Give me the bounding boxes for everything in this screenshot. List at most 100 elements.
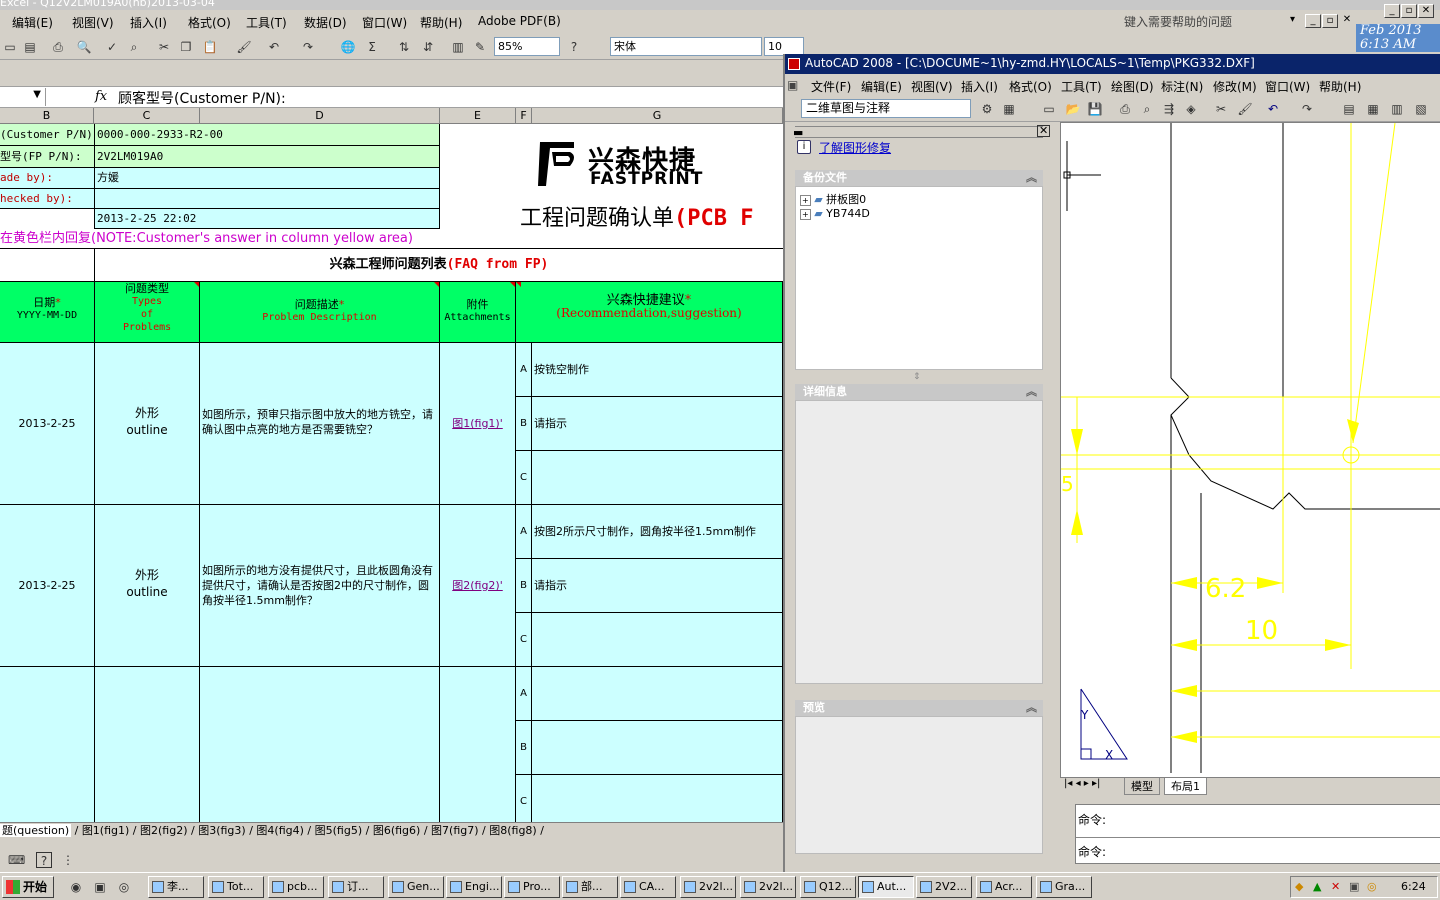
faq-title-row[interactable]: 兴森工程师问题列表(FAQ from FP) [95,249,783,282]
cad-redo-icon[interactable]: ↷ [1299,101,1315,117]
menu-help[interactable]: 帮助(H) [420,14,462,31]
drawing-canvas[interactable]: 6.2 10 5 Y X [1060,122,1440,778]
cell-checked-by-value[interactable] [95,189,440,209]
cad-menu-file[interactable]: 文件(F) [811,78,851,95]
toolbar-options-icon[interactable]: ⋮ [60,852,76,868]
q3-opt-b-key[interactable]: B [516,721,532,775]
q3-opt-a-text[interactable] [532,667,783,721]
header-date[interactable]: 日期* YYYY-MM-DD [0,282,95,343]
design-center-icon[interactable]: ▦ [1365,101,1381,117]
cad-menu-window[interactable]: 窗口(W) [1265,78,1310,95]
cell-fp-pn-value[interactable]: 2V2LM019A0 [95,146,440,168]
cad-save-icon[interactable]: 💾 [1087,101,1103,117]
q1-opt-c-key[interactable]: C [516,451,532,505]
header-recommendation[interactable]: 兴森快捷建议* (Recommendation,suggestion) [516,282,783,343]
qnew-icon[interactable]: ▭ [1041,101,1057,117]
help-button-icon[interactable]: ? [36,852,52,868]
expand-icon[interactable]: + [800,209,811,220]
sort-desc-icon[interactable]: ⇵ [420,39,436,55]
cad-open-icon[interactable]: 📂 [1065,101,1081,117]
tray-clock[interactable]: 6:24 [1401,877,1426,897]
sheet-tab-fig3[interactable]: 图3(fig3) [198,824,246,837]
header-description[interactable]: 问题描述* Problem Description [200,282,440,343]
q1-type[interactable]: 外形 outline [95,343,200,505]
tool-palettes-icon[interactable]: ▥ [1389,101,1405,117]
print-preview-icon[interactable]: 🔍 [76,39,92,55]
collapse-icon[interactable]: ︽ [1026,384,1037,400]
workspace-select[interactable]: 二维草图与注释 [801,99,971,118]
q2-date[interactable]: 2013-2-25 [0,505,95,667]
worksheet[interactable]: (Customer P/N): 0000-000-2933-R2-00 型号(F… [0,124,783,822]
cad-menu-insert[interactable]: 插入(I) [961,78,998,95]
q1-attachment-cell[interactable]: 图1(fig1)' [440,343,516,505]
task-button-active[interactable]: Aut... [858,876,914,898]
header-attachments[interactable]: 附件 Attachments [440,282,516,343]
quicklaunch-desktop-icon[interactable]: ▣ [92,879,108,895]
workspace-settings-icon[interactable]: ⚙ [979,101,995,117]
q3-attachment-cell[interactable] [440,667,516,822]
q3-type[interactable] [95,667,200,822]
format-painter-icon[interactable]: 🖌 [236,39,252,55]
menu-view[interactable]: 视图(V) [72,14,114,31]
chart-wizard-icon[interactable]: ▥ [450,39,466,55]
undo-icon[interactable]: ↶ [266,39,282,55]
q3-opt-b-text[interactable] [532,721,783,775]
cad-cut-icon[interactable]: ✂ [1213,101,1229,117]
col-header-g[interactable]: G [532,108,783,124]
q2-opt-a-text[interactable]: 按图2所示尺寸制作，圆角按半径1.5mm制作 [532,505,783,559]
task-button[interactable]: Acr... [976,876,1032,898]
cell-customer-pn-label[interactable]: (Customer P/N): [0,124,95,146]
command-input[interactable]: 命令: [1078,843,1106,860]
q2-opt-b-key[interactable]: B [516,559,532,613]
restore-icon[interactable]: ▫ [1322,14,1338,28]
cell-customer-pn-value[interactable]: 0000-000-2933-R2-00 [95,124,440,146]
q1-date[interactable]: 2013-2-25 [0,343,95,505]
q3-opt-c-text[interactable] [532,775,783,822]
quicklaunch-app-icon[interactable]: ◎ [116,879,132,895]
task-button[interactable]: 2v2l... [680,876,736,898]
cell-checked-by-label[interactable]: hecked by): [0,189,95,209]
task-button[interactable]: pcb... [268,876,324,898]
plot-preview-icon[interactable]: ⌕ [1139,101,1155,117]
sheet-tab-fig4[interactable]: 图4(fig4) [256,824,304,837]
q2-description[interactable]: 如图所示的地方没有提供尺寸，且此板圆角没有提供尺寸，请确认是否按图2中的尺寸制作… [200,505,440,667]
menu-window[interactable]: 窗口(W) [362,14,407,31]
start-button[interactable]: 开始 [2,876,54,898]
cad-undo-icon[interactable]: ↶ [1265,101,1281,117]
q2-attachment-link[interactable]: 图2(fig2)' [452,579,503,592]
namebox-dropdown-icon[interactable]: ▼ [33,89,41,100]
tray-icon[interactable]: ✕ [1331,877,1340,897]
task-button[interactable]: Engi... [446,876,502,898]
task-button[interactable]: Q12... [800,876,856,898]
tray-icon[interactable]: ◆ [1295,877,1303,897]
close-icon[interactable]: ✕ [1339,14,1355,28]
q2-opt-b-text[interactable]: 请指示 [532,559,783,613]
publish-icon[interactable]: ⇶ [1161,101,1177,117]
collapse-icon[interactable]: ︽ [1026,700,1037,716]
q2-type[interactable]: 外形 outline [95,505,200,667]
sheet-tab-fig2[interactable]: 图2(fig2) [140,824,188,837]
tree-item[interactable]: + ▰ 拼板图0 [800,191,866,207]
tray-icon[interactable]: ◎ [1367,877,1377,897]
formula-input[interactable]: 顾客型号(Customer P/N): [118,88,286,108]
q1-attachment-link[interactable]: 图1(fig1)' [452,417,503,430]
expand-icon[interactable]: + [800,195,811,206]
sheet-tab-fig7[interactable]: 图7(fig7) [431,824,479,837]
cell-made-by-value[interactable]: 方媛 [95,168,440,189]
task-button[interactable]: Tot... [208,876,264,898]
menu-adobe-pdf[interactable]: Adobe PDF(B) [478,14,561,28]
q1-opt-a-key[interactable]: A [516,343,532,397]
plot-icon[interactable]: ⎙ [1117,101,1133,117]
cad-menu-dimension[interactable]: 标注(N) [1161,78,1203,95]
task-button[interactable]: 2V2... [916,876,972,898]
quicklaunch-ie-icon[interactable]: ◉ [68,879,84,895]
task-button[interactable]: Pro... [504,876,560,898]
q2-attachment-cell[interactable]: 图2(fig2)' [440,505,516,667]
q3-date[interactable] [0,667,95,822]
sheet-set-icon[interactable]: ▧ [1413,101,1429,117]
panel-autohide-icon[interactable]: ▬ [793,126,803,139]
cad-menu-tools[interactable]: 工具(T) [1061,78,1102,95]
collapse-icon[interactable]: ︽ [1026,170,1037,186]
workspace-icon[interactable]: ▦ [1001,101,1017,117]
font-name-select[interactable]: 宋体 [610,37,762,56]
